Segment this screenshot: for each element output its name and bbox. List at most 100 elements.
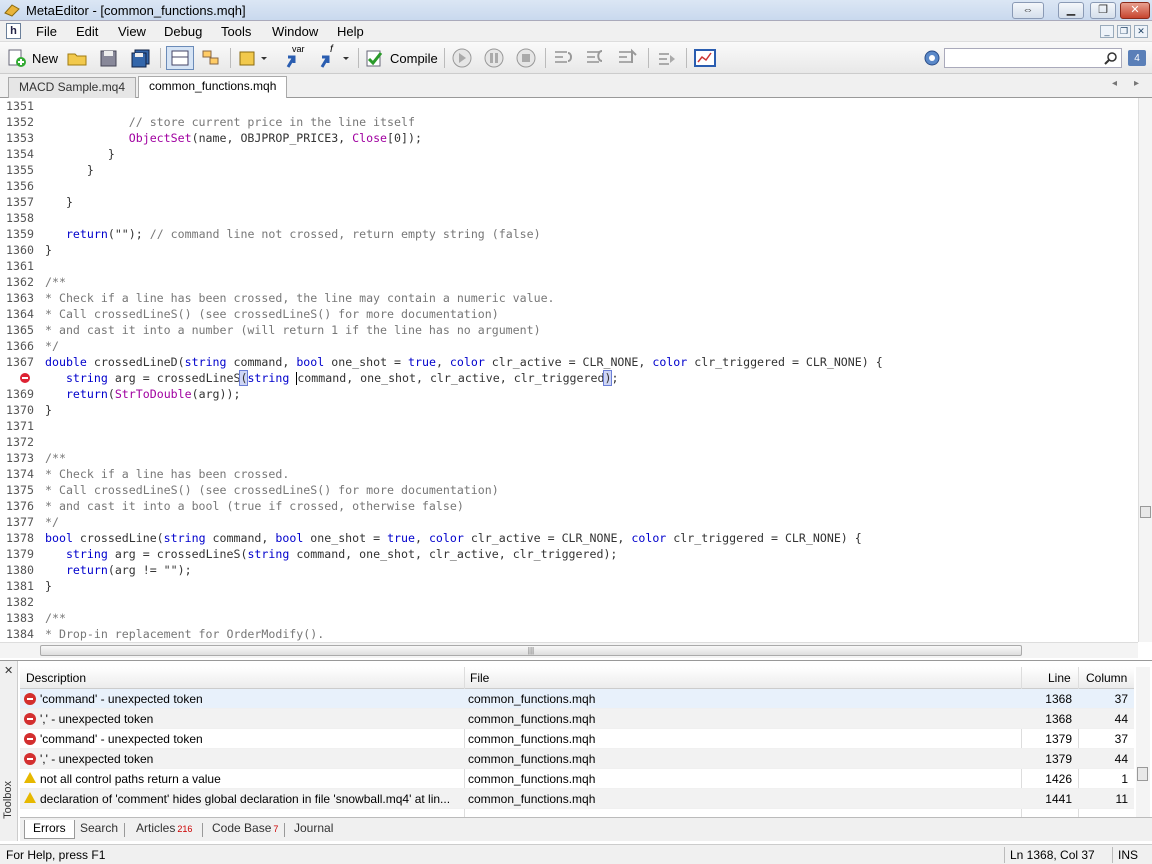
line-number: 1384 [6,627,34,641]
code-text: ObjectSet(name, OBJPROP_PRICE3, Close[0]… [45,130,422,146]
error-row[interactable]: ',' - unexpected token common_functions.m… [20,709,1134,729]
error-line-cell: 1426 [1045,772,1072,786]
search-settings-button[interactable] [922,46,942,70]
navigator-icon [171,50,189,66]
document-tabs: MACD Sample.mq4 common_functions.mqh ◂ ▸ [0,74,1152,98]
notifications-badge[interactable]: 4 [1128,50,1146,66]
code-text: bool crossedLine(string command, bool on… [45,530,862,546]
errors-vscroll-thumb[interactable] [1137,767,1148,781]
save-button[interactable] [98,46,120,70]
errors-vertical-scrollbar[interactable] [1136,667,1150,817]
new-button[interactable]: New [6,46,58,70]
code-token: * Check if a line has been crossed. [45,467,290,481]
menu-file[interactable]: File [36,24,57,39]
toolbox-close-icon[interactable]: ✕ [4,664,13,677]
search-input[interactable] [944,48,1122,68]
menu-tools[interactable]: Tools [221,24,251,39]
start-debug-button[interactable] [451,46,473,70]
step-into-button[interactable] [552,46,576,70]
tab-articles[interactable]: Articles 216 [128,820,200,839]
step-over-button[interactable] [584,46,608,70]
status-help-text: For Help, press F1 [6,848,106,862]
maximize-button[interactable]: ❐ [1090,2,1116,19]
tab-common-functions[interactable]: common_functions.mqh [138,76,288,98]
code-token: color [449,355,485,369]
col-file[interactable]: File [470,671,489,685]
tab-search-label: Search [80,821,119,835]
menu-debug[interactable]: Debug [164,24,202,39]
error-icon [24,753,36,765]
stop-debug-button[interactable] [515,46,537,70]
col-column[interactable]: Column [1086,671,1127,685]
restore-size-icon[interactable]: ⇔ [1012,2,1044,19]
mdi-restore-button[interactable]: ❐ [1117,25,1131,38]
editor-horizontal-scrollbar[interactable]: ||| [0,642,1138,658]
var-label: var [292,44,305,54]
mdi-close-button[interactable]: ✕ [1134,25,1148,38]
error-row[interactable]: not all control paths return a value comm… [20,769,1134,789]
error-file-cell: common_functions.mqh [468,692,596,706]
menu-window[interactable]: Window [272,24,318,39]
close-button[interactable]: ✕ [1120,2,1150,19]
tab-errors-label: Errors [33,821,66,835]
error-marker-icon[interactable] [20,373,30,383]
code-token: * Call crossedLineS() (see crossedLineS(… [45,483,499,497]
code-token: return [65,563,108,577]
mdi-minimize-button[interactable]: _ [1100,25,1114,38]
error-row[interactable]: declaration of 'comment' hides global de… [20,789,1134,809]
save-all-button[interactable] [130,46,152,70]
error-row[interactable]: 'command' - unexpected token common_funct… [20,689,1134,709]
col-description[interactable]: Description [26,671,86,685]
error-column-cell: 44 [1114,712,1128,726]
code-token: color [631,531,667,545]
code-text: } [45,242,52,258]
status-insert-mode: INS [1118,848,1139,862]
menu-edit[interactable]: Edit [76,24,98,39]
line-number: 1380 [6,563,34,577]
col-line[interactable]: Line [1048,671,1071,685]
tab-search[interactable]: Search [72,820,126,839]
minimize-button[interactable]: ▁ [1058,2,1084,19]
tab-scroll-right-icon[interactable]: ▸ [1134,78,1139,89]
pause-debug-button[interactable] [483,46,505,70]
code-token: bool [45,531,73,545]
compile-label: Compile [390,50,438,66]
menu-view[interactable]: View [118,24,146,39]
line-number: 1363 [6,291,34,305]
styler-button[interactable] [238,46,268,70]
editor-vertical-scrollbar[interactable] [1138,98,1152,642]
tab-macd-sample[interactable]: MACD Sample.mq4 [8,77,137,98]
line-number: 1376 [6,499,34,513]
error-row[interactable]: ',' - unexpected token common_functions.m… [20,749,1134,769]
save-all-icon [131,49,150,68]
open-button[interactable] [66,46,88,70]
editor-hscroll-thumb[interactable]: ||| [40,645,1022,656]
editor-vscroll-thumb[interactable] [1140,506,1151,518]
search-icon[interactable] [1104,51,1118,65]
navigator-toggle-button[interactable] [166,46,194,70]
code-token: arg = crossedLineS [107,371,241,385]
code-token: return [65,227,108,241]
line-number: 1379 [6,547,34,561]
insert-variable-button[interactable]: var [284,44,310,70]
code-text: /** [45,610,66,626]
document-icon[interactable]: h [6,23,21,39]
insert-function-button[interactable]: f [318,44,352,70]
code-token: */ [45,339,59,353]
tab-journal[interactable]: Journal [286,820,341,839]
menu-help[interactable]: Help [337,24,364,39]
tab-scroll-left-icon[interactable]: ◂ [1112,78,1117,89]
toolbox-toggle-button[interactable] [200,46,222,70]
compile-button[interactable]: Compile [364,46,438,70]
terminal-button[interactable] [693,46,717,70]
step-out-button[interactable] [616,46,640,70]
errors-table-header: Description File Line Column [20,667,1134,689]
code-token: [0]); [387,131,422,145]
code-editor[interactable]: 1351 1352 // store current price in the l… [0,98,1138,642]
tab-code-base[interactable]: Code Base 7 [204,820,286,839]
run-to-cursor-button[interactable] [656,46,678,70]
tab-errors[interactable]: Errors [24,820,75,839]
error-row[interactable]: 'command' - unexpected token common_funct… [20,729,1134,749]
